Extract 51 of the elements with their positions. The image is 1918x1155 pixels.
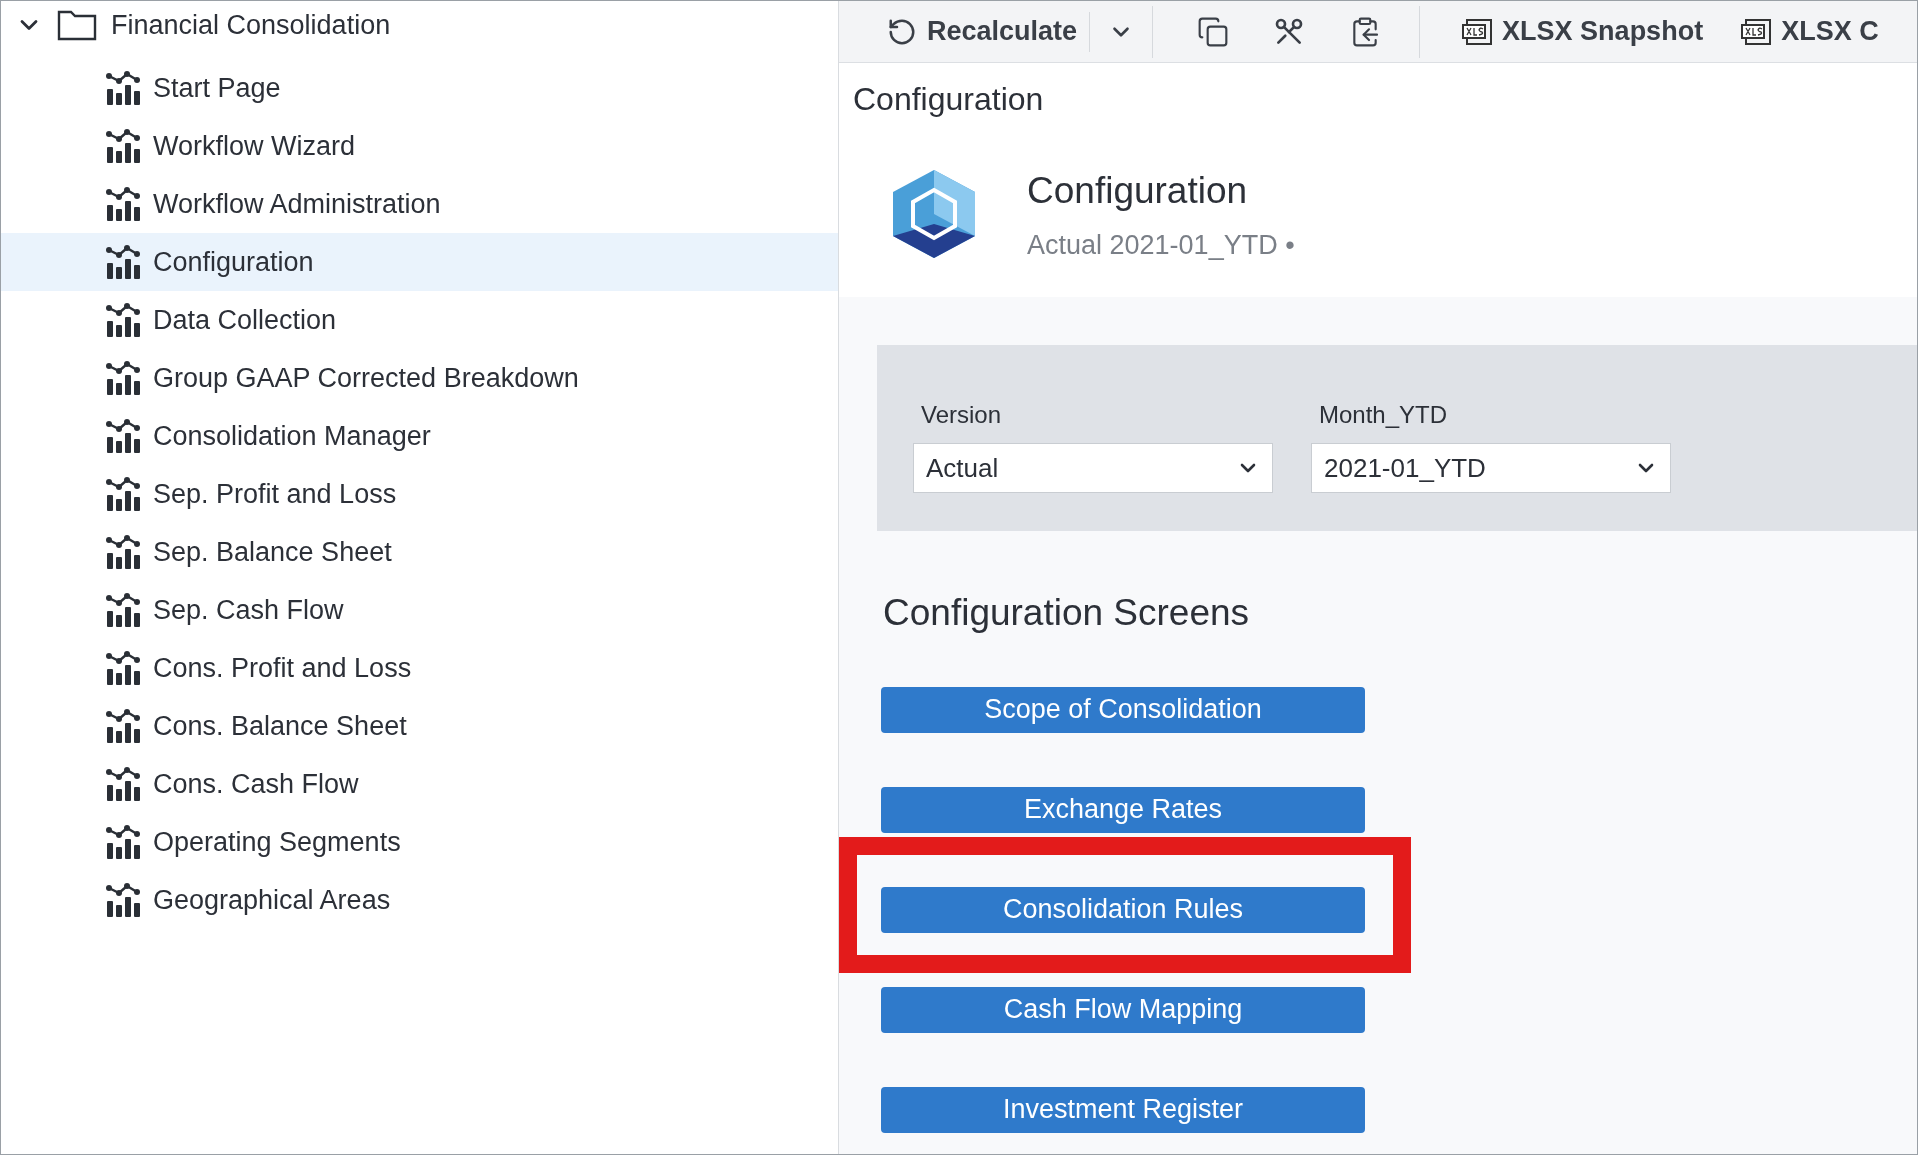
copy-icon[interactable]: [1197, 15, 1230, 48]
tree-item[interactable]: Cons. Profit and Loss: [1, 639, 838, 697]
chart-icon: [105, 361, 141, 395]
tree-item[interactable]: Sep. Cash Flow: [1, 581, 838, 639]
tree-item[interactable]: Configuration: [1, 233, 838, 291]
screen-button[interactable]: Consolidation Rules: [881, 886, 1365, 933]
screen-button[interactable]: Exchange Rates: [881, 786, 1365, 833]
chart-icon: [105, 593, 141, 627]
tree-item[interactable]: Cons. Cash Flow: [1, 755, 838, 813]
dropdown-field[interactable]: Actual: [913, 443, 1273, 493]
page-title: Configuration: [852, 80, 1045, 119]
screen-button[interactable]: Investment Register: [881, 1086, 1365, 1133]
header-subtitle: Actual 2021-01_YTD •: [1027, 228, 1295, 262]
tree-item[interactable]: Start Page: [1, 59, 838, 117]
tree-item[interactable]: Sep. Profit and Loss: [1, 465, 838, 523]
chart-icon: [105, 709, 141, 743]
tree-item[interactable]: Group GAAP Corrected Breakdown: [1, 349, 838, 407]
tree-item[interactable]: Workflow Wizard: [1, 117, 838, 175]
recalculate-button[interactable]: Recalculate: [887, 1, 1078, 62]
dropdown-field[interactable]: 2021-01_YTD: [1311, 443, 1671, 493]
tree-item[interactable]: Data Collection: [1, 291, 838, 349]
screen-button[interactable]: Cash Flow Mapping: [881, 986, 1365, 1033]
tree-item[interactable]: Financial Consolidation: [1, 1, 838, 49]
chart-icon: [105, 71, 141, 105]
chart-icon: [105, 767, 141, 801]
tree-item[interactable]: Consolidation Manager: [1, 407, 838, 465]
tree-item[interactable]: Geographical Areas: [1, 871, 838, 929]
xlsx-export-button[interactable]: XLSX C: [1741, 11, 1879, 52]
header-title: Configuration: [1027, 169, 1249, 213]
tree-item[interactable]: Workflow Administration: [1, 175, 838, 233]
tree-item[interactable]: Sep. Balance Sheet: [1, 523, 838, 581]
filter-label: Version: [920, 400, 1003, 430]
section-title: Configuration Screens: [883, 591, 1251, 635]
screen-button[interactable]: Scope of Consolidation: [881, 686, 1365, 733]
chart-icon: [105, 419, 141, 453]
chart-icon: [105, 187, 141, 221]
chart-icon: [105, 477, 141, 511]
filter-label: Month_YTD: [1318, 400, 1449, 430]
spreadsheet-icon: [1741, 18, 1772, 45]
chart-icon: [105, 651, 141, 685]
folder-icon: [57, 9, 97, 41]
chart-icon: [105, 129, 141, 163]
spreadsheet-icon: [1462, 18, 1493, 45]
chart-icon: [105, 245, 141, 279]
tree-item[interactable]: Cons. Balance Sheet: [1, 697, 838, 755]
chart-icon: [105, 825, 141, 859]
xlsx-export-button[interactable]: XLSX Snapshot: [1462, 11, 1704, 52]
tree-item[interactable]: Operating Segments: [1, 813, 838, 871]
chart-icon: [105, 883, 141, 917]
chart-icon: [105, 535, 141, 569]
chart-icon: [105, 303, 141, 337]
